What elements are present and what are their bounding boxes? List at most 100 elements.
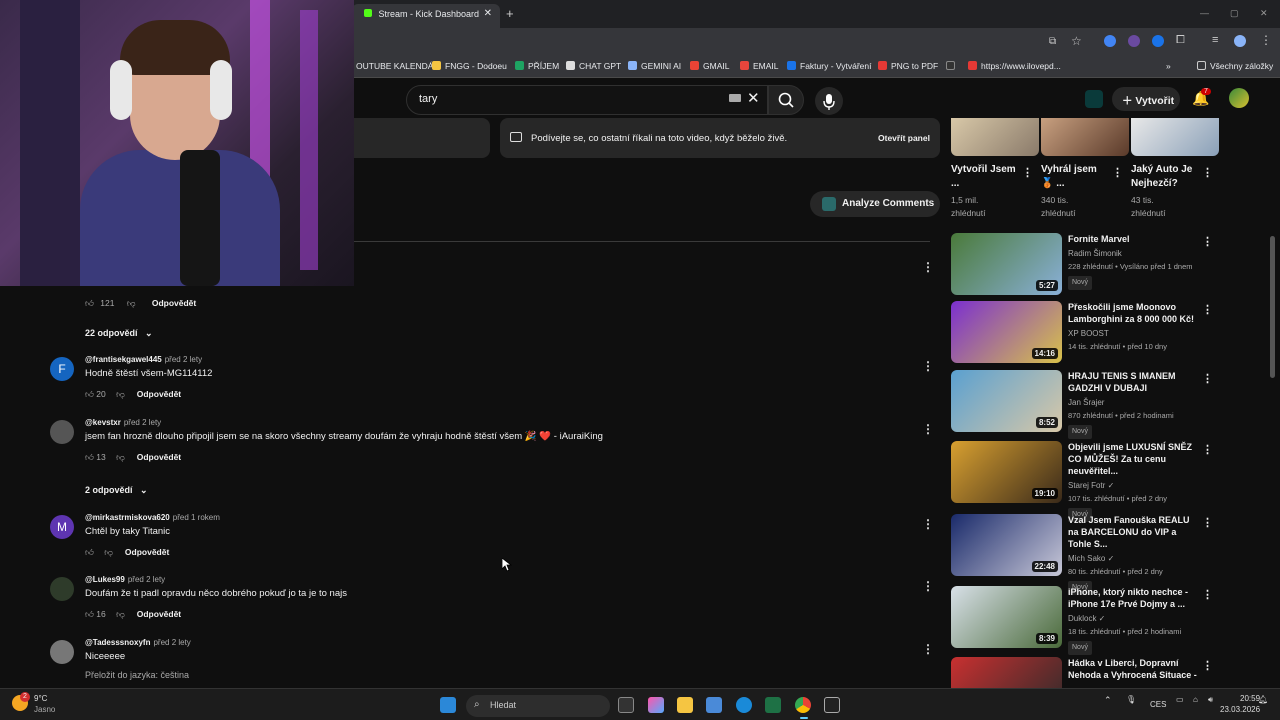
related-video-item[interactable]: 19:10 Objevili jsme LUXUSNÍ SNĚZ CO MŮŽEŠ… <box>951 441 1213 522</box>
comment-author[interactable]: @kevstxr před 2 lety <box>85 418 161 427</box>
create-button[interactable]: ＋ Vytvořit <box>1112 87 1180 111</box>
avatar[interactable] <box>50 577 74 601</box>
extensions-puzzle-icon[interactable]: ⧠ <box>1176 34 1185 47</box>
extension-logo-icon[interactable] <box>1085 90 1103 108</box>
like-icon[interactable]: 👍︎ <box>85 452 94 462</box>
bookmarks-overflow-icon[interactable]: » <box>1166 61 1171 71</box>
comment-menu-icon[interactable]: ⋮ <box>922 422 934 436</box>
reply-button[interactable]: Odpovědět <box>137 609 181 619</box>
comment-menu-icon[interactable]: ⋮ <box>922 517 934 531</box>
dislike-icon[interactable]: 👎︎ <box>127 298 136 308</box>
video-thumbnail[interactable] <box>951 118 1039 156</box>
browser-menu-icon[interactable]: ⋮ <box>1260 33 1272 47</box>
video-title[interactable]: Přeskočili jsme Moonovo Lamborghini za 8… <box>1068 301 1200 325</box>
comment-author[interactable]: @mirkastrmiskova620 před 1 rokem <box>85 513 220 522</box>
profile-avatar[interactable] <box>1234 35 1246 47</box>
reply-button[interactable]: Odpovědět <box>137 452 181 462</box>
search-button[interactable] <box>768 85 804 115</box>
search-input[interactable]: tary ✕ <box>406 85 768 115</box>
browser-tab-active[interactable]: Stream - Kick Dashboard ✕ <box>352 4 500 28</box>
keyboard-icon[interactable] <box>729 94 741 102</box>
like-icon[interactable]: 👍︎ <box>85 389 94 399</box>
dislike-icon[interactable]: 👎︎ <box>116 452 125 462</box>
maximize-icon[interactable]: ▢ <box>1230 8 1239 19</box>
outlook-icon[interactable] <box>706 697 722 713</box>
video-menu-icon[interactable]: ⋮ <box>1202 443 1213 456</box>
mic-tray-icon[interactable]: 🎙︎ <box>1126 695 1136 704</box>
account-avatar[interactable] <box>1229 88 1249 108</box>
network-icon[interactable]: ⌂ <box>1193 695 1198 704</box>
close-tab-icon[interactable]: ✕ <box>484 8 492 19</box>
file-explorer-icon[interactable] <box>677 697 693 713</box>
related-video-item[interactable]: 5:27 Fornite Marvel Radim Šimonik 228 zhléd… <box>951 233 1213 295</box>
comment-menu-icon[interactable]: ⋮ <box>922 359 934 373</box>
video-menu-icon[interactable]: ⋮ <box>1202 516 1213 529</box>
scrollbar[interactable] <box>1270 236 1275 378</box>
voice-search-button[interactable] <box>815 87 843 115</box>
video-menu-icon[interactable]: ⋮ <box>1202 235 1213 248</box>
chrome-icon[interactable] <box>795 697 811 713</box>
video-thumbnail[interactable]: 19:10 <box>951 441 1062 503</box>
comment-author[interactable]: @Lukes99 před 2 lety <box>85 575 165 584</box>
task-view-icon[interactable] <box>618 697 634 713</box>
dislike-icon[interactable]: 👎︎ <box>104 547 113 557</box>
bookmark-item[interactable]: FNGG - Dodoeu <box>432 61 507 71</box>
video-thumbnail[interactable] <box>1041 118 1129 156</box>
bookmark-item[interactable]: GEMINI AI <box>628 61 681 71</box>
open-panel-button[interactable]: Otevřít panel <box>872 130 936 148</box>
view-replies-button[interactable]: 22 odpovědí ⌄ <box>85 328 153 339</box>
video-channel[interactable]: Jan Šrajer <box>1068 397 1200 409</box>
tray-overflow-icon[interactable]: ⌃ <box>1104 695 1112 706</box>
video-title[interactable]: Vyhrál jsem 🥉 ... <box>1041 163 1111 191</box>
video-thumbnail[interactable]: 22:48 <box>951 514 1062 576</box>
comment-menu-icon[interactable]: ⋮ <box>922 579 934 593</box>
epic-games-icon[interactable] <box>824 697 840 713</box>
related-video-item[interactable]: 14:16 Přeskočili jsme Moonovo Lamborghini… <box>951 301 1213 363</box>
video-thumbnail[interactable]: 5:27 <box>951 233 1062 295</box>
bookmark-item[interactable]: OUTUBE KALENDÁŘ <box>356 61 440 71</box>
like-icon[interactable]: 👍︎ <box>85 547 94 557</box>
video-menu-icon[interactable]: ⋮ <box>1202 372 1213 385</box>
video-title[interactable]: Vzal Jsem Fanouška REALU na BARCELONU do… <box>1068 514 1200 550</box>
like-icon[interactable]: 👍︎ <box>85 298 94 308</box>
video-menu-icon[interactable]: ⋮ <box>1112 166 1123 179</box>
video-channel[interactable]: XP BOOST <box>1068 328 1200 340</box>
all-bookmarks[interactable]: Všechny záložky <box>1197 61 1273 71</box>
close-window-icon[interactable]: ✕ <box>1260 8 1268 19</box>
comment-author[interactable]: @Tadesssnoxyfn před 2 lety <box>85 638 191 647</box>
cast-icon[interactable]: ⧉ <box>1049 36 1056 47</box>
minimize-icon[interactable]: — <box>1200 8 1209 18</box>
video-thumbnail[interactable]: 8:52 <box>951 370 1062 432</box>
translate-link[interactable]: Přeložit do jazyka: čeština <box>85 670 189 680</box>
new-tab-icon[interactable]: + <box>506 6 514 21</box>
bookmark-item[interactable]: GMAIL <box>690 61 729 71</box>
video-title[interactable]: Vytvořil Jsem ... <box>951 163 1021 191</box>
reply-button[interactable]: Odpovědět <box>152 298 196 308</box>
language-indicator[interactable]: CES <box>1150 700 1166 709</box>
bookmark-item[interactable]: PNG to PDF <box>878 61 938 71</box>
video-thumbnail[interactable]: 14:16 <box>951 301 1062 363</box>
video-thumbnail[interactable] <box>1131 118 1219 156</box>
video-thumbnail[interactable]: 8:39 <box>951 586 1062 648</box>
analyze-comments-button[interactable]: Analyze Comments <box>810 191 940 217</box>
start-windows-icon[interactable] <box>440 697 456 713</box>
video-menu-icon[interactable]: ⋮ <box>1202 659 1213 672</box>
video-channel[interactable]: Mich Sako ✓ <box>1068 553 1200 565</box>
comment-menu-icon[interactable]: ⋮ <box>922 642 934 656</box>
bookmark-item[interactable]: PŘÍJEM <box>515 61 559 71</box>
excel-icon[interactable] <box>765 697 781 713</box>
notification-center-icon[interactable]: 🔔︎ <box>1258 695 1268 704</box>
bookmark-item[interactable]: CHAT GPT <box>566 61 621 71</box>
display-icon[interactable]: ▭ <box>1176 695 1184 704</box>
volume-icon[interactable]: 🔊︎ <box>1208 695 1213 705</box>
view-replies-button[interactable]: 2 odpovědí ⌄ <box>85 485 148 496</box>
video-channel[interactable]: Starej Fotr ✓ <box>1068 480 1200 492</box>
bookmark-item[interactable]: Faktury - Vytváření <box>787 61 871 71</box>
reply-button[interactable]: Odpovědět <box>137 389 181 399</box>
edge-icon[interactable] <box>736 697 752 713</box>
video-title[interactable]: Fornite Marvel <box>1068 233 1200 245</box>
avatar[interactable]: M <box>50 515 74 539</box>
taskbar-search[interactable]: ⌕ Hledat <box>466 695 610 717</box>
video-channel[interactable]: Duklock ✓ <box>1068 613 1200 625</box>
bookmark-item[interactable]: https://www.ilovepd... <box>968 61 1061 71</box>
